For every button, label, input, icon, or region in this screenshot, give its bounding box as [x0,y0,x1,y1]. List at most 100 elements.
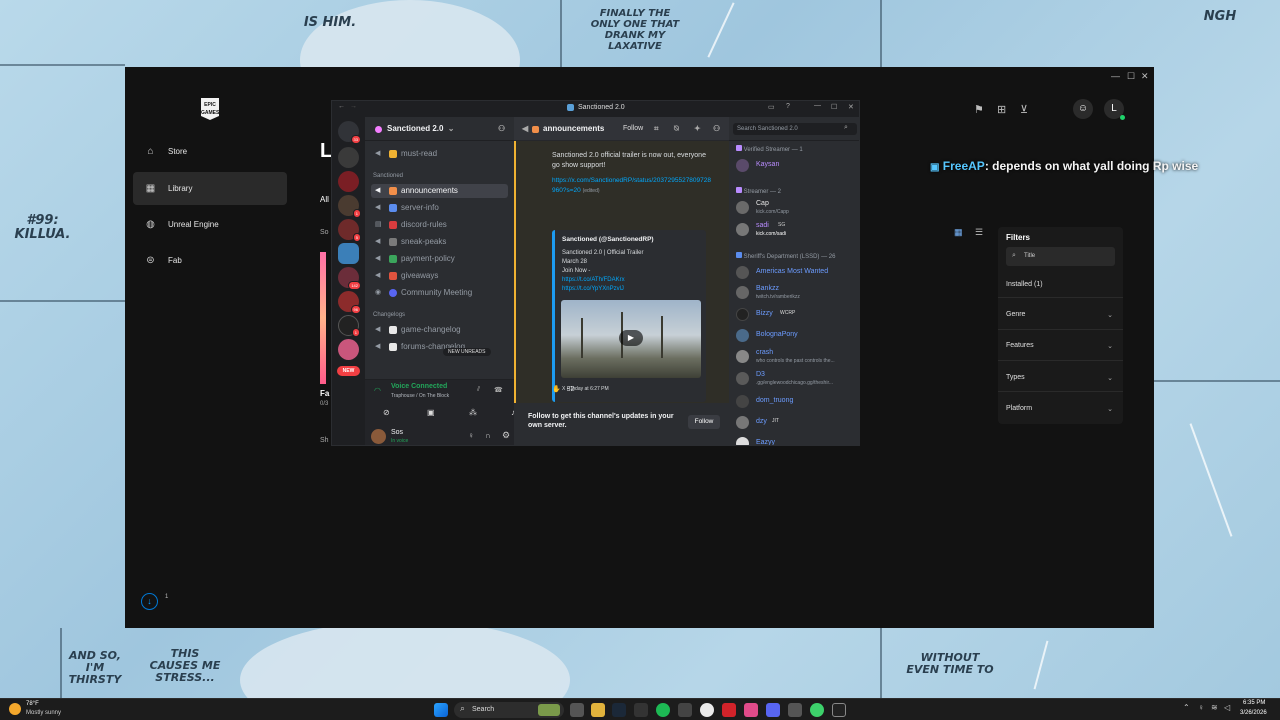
message[interactable]: Sanctioned 2.0 official trailer is now o… [514,141,729,403]
server-icon[interactable]: 96 [338,291,361,314]
help-icon[interactable]: ? [786,103,790,110]
member-item[interactable]: Bankzz twitch.tv/ramberikzz [736,284,858,302]
disconnect-icon[interactable]: ☎ [494,386,503,394]
filter-features[interactable]: Features ⌄ [1006,342,1115,350]
adobe-icon[interactable] [722,703,736,717]
weather-sun-icon[interactable] [9,703,21,715]
app-icon[interactable] [810,703,824,717]
filter-platform[interactable]: Platform ⌄ [1006,405,1115,413]
nav-item-unreal-engine[interactable]: ◍ Unreal Engine [133,208,287,241]
server-icon[interactable]: 142 [338,267,361,290]
discord-icon[interactable] [766,703,780,717]
weather-desc[interactable]: Mostly sunny [26,710,61,716]
member-item[interactable]: dzy JIT [736,414,858,432]
channel-must-read[interactable]: ◀ must-read [371,147,508,161]
terminal-icon[interactable] [634,703,648,717]
category-changelogs[interactable]: Changelogs [373,312,405,318]
minimize-icon[interactable]: — [814,102,821,109]
downloads-icon[interactable]: ↓ [141,593,158,610]
list-view-icon[interactable]: ☰ [975,227,983,238]
channel-community-meeting[interactable]: ◉ Community Meeting [371,286,508,300]
channel-game-changelog[interactable]: ◀ game-changelog [371,323,508,337]
member-item[interactable]: Bizzy WCRP [736,306,858,324]
embed-link[interactable]: https://t.co/YpYXnPzvlJ [562,286,624,292]
member-item[interactable]: Americas Most Wanted [736,264,858,282]
maximize-icon[interactable]: ☐ [831,103,837,111]
spotify-icon[interactable] [656,703,670,717]
app-icon[interactable] [744,703,758,717]
add-member-icon[interactable]: ⚇ [498,117,505,141]
wifi-icon[interactable]: ≋ [1211,703,1218,712]
server-icon[interactable]: 1 [338,315,360,337]
volume-icon[interactable]: ◁ [1224,703,1230,712]
threads-icon[interactable]: ⌗ [654,117,659,141]
close-icon[interactable]: ✕ [1141,71,1149,82]
forward-arrow-icon[interactable]: → [350,103,357,110]
minimize-icon[interactable]: — [1111,71,1120,81]
voice-location[interactable]: Traphouse / On The Block [391,393,449,399]
avatar[interactable] [371,429,386,444]
embed-author[interactable]: Sanctioned (@SanctionedRP) [562,236,654,243]
filter-title-input[interactable]: Title [1006,247,1115,266]
nav-item-fab[interactable]: ⊜ Fab [133,244,287,277]
server-icon[interactable]: 1 [338,195,361,218]
clock-time[interactable]: 6:35 PM [1243,700,1265,706]
nav-item-store[interactable]: ⌂ Store [133,135,287,168]
epic-games-icon[interactable] [832,703,846,717]
gift-icon[interactable]: ⊞ [997,103,1006,116]
headphones-icon[interactable]: ∩ [485,431,491,440]
file-explorer-icon[interactable] [591,703,605,717]
filter-installed[interactable]: Installed (1) [1006,281,1115,288]
voice-status[interactable]: Voice Connected [391,383,447,390]
member-item[interactable]: Cap kick.com/Capp [736,199,858,217]
steam-icon[interactable] [612,703,626,717]
sort-label[interactable]: So [320,229,329,236]
maximize-icon[interactable]: ☐ [1127,71,1135,82]
calculator-icon[interactable] [678,703,692,717]
member-item[interactable]: crash who controls the past controls the… [736,348,858,366]
home-icon[interactable]: 33 [338,121,361,144]
back-arrow-icon[interactable]: ← [338,103,345,110]
nav-item-library[interactable]: ▦ Library [133,172,287,205]
channel-payment-policy[interactable]: ◀ payment-policy [371,252,508,266]
channel-server-info[interactable]: ◀ server-info [371,201,508,215]
message-link[interactable]: https://x.com/SanctionedRP/status/203729… [552,176,712,196]
task-view-icon[interactable] [570,703,584,717]
username[interactable]: Sos [391,429,403,436]
microphone-icon[interactable]: ♀ [1198,703,1204,712]
server-icon-sanctioned[interactable] [338,243,359,264]
screen-share-icon[interactable]: ▣ [427,408,435,417]
tab-all[interactable]: All [320,195,329,204]
member-item[interactable]: Kaysan [736,157,858,175]
activities-icon[interactable]: ⁂ [469,408,477,417]
wishlist-icon[interactable]: ⚑ [974,103,984,116]
noise-suppression-icon[interactable]: ⫽ [477,386,480,394]
epic-logo[interactable]: EPIC GAMES [201,98,219,120]
inbox-icon[interactable]: ▭ [768,103,775,111]
microphone-icon[interactable]: ♀ [468,431,474,440]
notifications-off-icon[interactable]: ⍉ [674,117,679,141]
member-list-icon[interactable]: ⚇ [713,117,720,141]
new-badge[interactable]: NEW [337,366,360,376]
video-thumbnail[interactable]: ▶ [561,300,701,378]
server-name-header[interactable]: Sanctioned 2.0 ⌄ ⚇ [365,117,514,141]
embed-link[interactable]: https://t.co/ATh/FDAKrx [562,277,625,283]
member-item[interactable]: BolognaPony [736,327,858,345]
cart-icon[interactable]: ⊻ [1020,103,1028,116]
chevron-up-icon[interactable]: ⌃ [1183,703,1190,712]
friends-icon[interactable]: ☺ [1073,99,1093,119]
server-icon[interactable] [338,339,359,360]
search-box[interactable]: ⌕ Search [454,702,564,718]
gear-icon[interactable]: ⚙ [502,430,510,441]
game-thumbnail[interactable] [320,252,326,384]
close-icon[interactable]: ✕ [848,103,854,111]
start-icon[interactable] [434,703,448,717]
new-unreads-pill[interactable]: NEW UNREADS [443,348,491,356]
server-icon[interactable] [338,147,359,168]
filter-genre[interactable]: Genre ⌄ [1006,311,1115,319]
channel-discord-rules[interactable]: ▤ discord-rules [371,218,508,232]
follow-button[interactable]: Follow [688,415,720,429]
category-sanctioned[interactable]: Sanctioned [373,173,403,179]
channel-sneak-peaks[interactable]: ◀ sneak-peaks [371,235,508,249]
member-item[interactable]: D3 .gg/englewoodchicago.gg/theshir... [736,370,858,388]
